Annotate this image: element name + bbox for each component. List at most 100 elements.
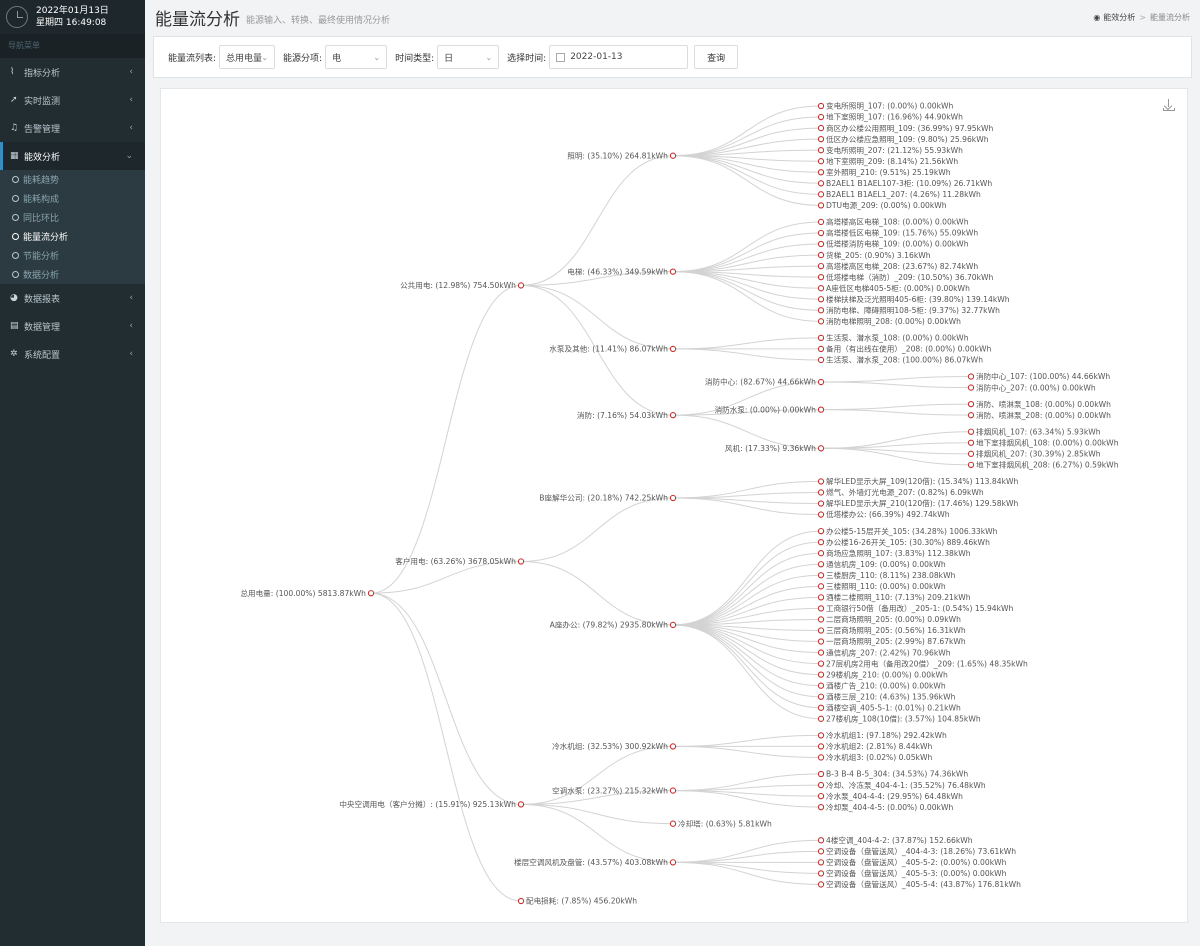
tree-node[interactable] (817, 792, 825, 800)
flow-list-select[interactable]: 总用电量 ⌄ (219, 45, 276, 69)
tree-node[interactable] (817, 704, 825, 711)
tree-node[interactable] (817, 693, 825, 700)
tree-node[interactable] (669, 743, 677, 750)
tree-node[interactable] (817, 345, 825, 353)
tree-node[interactable] (817, 803, 825, 811)
query-button[interactable]: 查询 (694, 45, 739, 69)
tree-node[interactable] (817, 627, 825, 634)
tree-node[interactable] (817, 660, 825, 667)
tree-node[interactable] (817, 273, 825, 281)
tree-node[interactable] (817, 356, 825, 364)
energy-type-select[interactable]: 电 ⌄ (325, 45, 388, 69)
tree-node[interactable] (817, 527, 825, 535)
tree-node[interactable] (817, 158, 825, 165)
tree-node[interactable] (967, 384, 975, 391)
tree-node[interactable] (817, 307, 825, 314)
submenu-item-3[interactable]: 能量流分析 (0, 227, 145, 246)
tree-node[interactable] (967, 373, 975, 380)
sidebar-item-2[interactable]: ♫ 告警管理 ‹ (0, 114, 145, 142)
tree-node[interactable] (669, 152, 677, 159)
submenu-item-0[interactable]: 能耗趋势 (0, 170, 145, 189)
tree-node[interactable] (817, 135, 825, 143)
submenu-item-5[interactable]: 数据分析 (0, 265, 145, 284)
tree-node[interactable] (817, 848, 825, 855)
tree-node[interactable] (817, 102, 825, 110)
submenu-item-1[interactable]: 能耗构成 (0, 189, 145, 208)
sidebar-item-0[interactable]: ⌇ 指标分析 ‹ (0, 58, 145, 86)
tree-node[interactable] (817, 605, 825, 612)
tree-node[interactable] (817, 318, 825, 325)
tree-node[interactable] (817, 638, 825, 645)
tree-node[interactable] (817, 500, 825, 507)
tree-node[interactable] (817, 583, 825, 590)
tree-node[interactable] (817, 218, 825, 226)
tree-node[interactable] (669, 494, 677, 502)
tree-node[interactable] (817, 682, 825, 689)
tree-node[interactable] (669, 345, 677, 353)
tree-node[interactable] (669, 412, 677, 419)
tree-node[interactable] (367, 590, 375, 597)
tree-node[interactable] (669, 621, 677, 629)
tree-node[interactable] (817, 770, 825, 778)
tree-node[interactable] (817, 649, 825, 656)
tree-node[interactable] (817, 113, 825, 121)
tree-node[interactable] (669, 820, 677, 827)
tree-node[interactable] (817, 881, 825, 888)
date-input[interactable]: 2022-01-13 (549, 45, 689, 69)
tree-node[interactable] (967, 428, 975, 435)
tree-node[interactable] (669, 859, 677, 866)
tree-node[interactable] (817, 378, 825, 386)
sidebar-item-5[interactable]: ▤ 数据管理 ‹ (0, 312, 145, 340)
time-type-select[interactable]: 日 ⌄ (437, 45, 500, 69)
tree-node[interactable] (817, 572, 825, 579)
tree-node[interactable] (817, 870, 825, 877)
tree-node[interactable] (817, 616, 825, 623)
tree-node[interactable] (817, 550, 825, 557)
tree-node[interactable] (817, 594, 825, 601)
tree-node[interactable] (817, 124, 825, 132)
tree-node[interactable] (967, 450, 975, 457)
tree-node[interactable] (817, 147, 825, 154)
sidebar-item-6[interactable]: ✲ 系统配置 ‹ (0, 340, 145, 368)
breadcrumb-home[interactable]: 能效分析 (1103, 12, 1135, 23)
tree-node[interactable] (817, 489, 825, 496)
tree-node[interactable] (817, 296, 825, 303)
tree-node[interactable] (817, 180, 825, 187)
tree-node[interactable] (817, 169, 825, 176)
tree-node[interactable] (817, 743, 825, 750)
submenu-item-2[interactable]: 同比环比 (0, 208, 145, 227)
tree-node[interactable] (967, 412, 975, 419)
tree-node[interactable] (817, 538, 825, 546)
tree-node[interactable] (817, 445, 825, 452)
tree-node[interactable] (817, 837, 825, 844)
tree-node[interactable] (817, 859, 825, 866)
tree-node[interactable] (517, 897, 525, 905)
tree-node[interactable] (817, 202, 825, 209)
tree-node[interactable] (817, 406, 825, 413)
tree-node[interactable] (817, 511, 825, 518)
tree-node[interactable] (817, 334, 825, 342)
tree-node[interactable] (967, 400, 975, 408)
tree-node[interactable] (817, 754, 825, 761)
tree-node[interactable] (967, 439, 975, 446)
tree-node[interactable] (817, 478, 825, 485)
tree-node[interactable] (817, 671, 825, 678)
tree-node[interactable] (669, 787, 677, 794)
tree-node[interactable] (817, 262, 825, 270)
tree-node[interactable] (817, 285, 825, 292)
tree-node[interactable] (817, 251, 825, 259)
tree-node[interactable] (517, 282, 525, 289)
tree-node[interactable] (817, 240, 825, 248)
tree-node[interactable] (817, 191, 825, 198)
tree-node[interactable] (817, 781, 825, 789)
tree-node[interactable] (817, 229, 825, 237)
tree-node[interactable] (967, 461, 975, 469)
tree-node[interactable] (817, 715, 825, 722)
sidebar-item-3[interactable]: ▦ 能效分析 ⌄ (0, 142, 145, 170)
sidebar-item-4[interactable]: ◕ 数据报表 ‹ (0, 284, 145, 312)
tree-node[interactable] (517, 558, 525, 565)
tree-node[interactable] (817, 732, 825, 739)
submenu-item-4[interactable]: 节能分析 (0, 246, 145, 265)
tree-node[interactable] (817, 561, 825, 568)
tree-node[interactable] (669, 268, 677, 275)
